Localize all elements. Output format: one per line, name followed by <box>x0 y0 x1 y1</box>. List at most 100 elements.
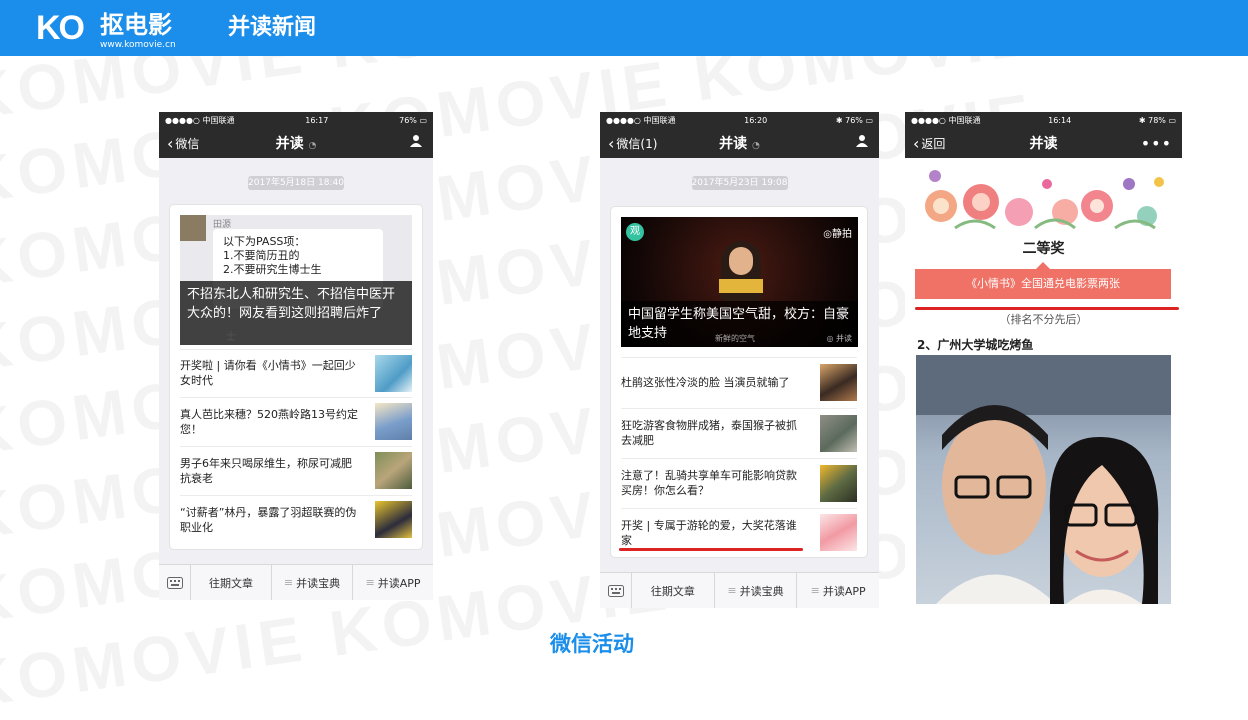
menu-guide[interactable]: ≡ 并读宝典 <box>715 573 798 608</box>
article-thumbnail <box>820 364 857 401</box>
status-bar: ●●●●○ 中国联通 16:17 76% ▭ <box>159 112 433 128</box>
article-thumbnail <box>375 354 412 392</box>
sash <box>719 279 763 293</box>
header-bar: KO 抠电影 www.komovie.cn 并读新闻 <box>0 0 1248 56</box>
chat-line: 1.不要简历丑的 <box>223 249 300 262</box>
prize-note: （排名不分先后） <box>999 313 1088 326</box>
clock-text: 16:17 <box>305 115 329 125</box>
flower-decoration-icon <box>925 170 1164 230</box>
prize-title: 二等奖 <box>1022 241 1065 257</box>
nav-bar: ‹ 返回 并读 ••• <box>905 128 1182 158</box>
floral-banner <box>915 162 1171 230</box>
menu-label: 并读APP <box>822 584 866 598</box>
chat-line: 2.不要研究生博士生 <box>223 263 322 276</box>
page-title: 并读新闻 <box>228 15 317 40</box>
bluetooth-icon: ✱ <box>835 115 843 125</box>
article-title: 男子6年来只喝尿维生，称尿可减肥抗衰老 <box>180 456 352 485</box>
menu-app[interactable]: ≡ 并读APP <box>797 573 879 608</box>
phone-screenshot-1: ●●●●○ 中国联通 16:17 76% ▭ ‹ 微信 并读 ◔ 2017年5月… <box>159 112 433 600</box>
speaker-face <box>729 247 753 275</box>
article-title: 杜鹃这张性冷淡的脸 当演员就输了 <box>621 376 790 389</box>
menu-label: 并读APP <box>377 576 421 590</box>
brand-url: www.komovie.cn <box>100 40 176 50</box>
message-timestamp: 2017年5月23日 19:08 <box>691 176 788 190</box>
list-item[interactable]: 真人芭比来穗？520燕岭路13号约定您！ <box>180 397 412 445</box>
keyboard-icon[interactable] <box>159 565 191 600</box>
list-icon: ≡ <box>727 584 737 597</box>
bluetooth-icon: ✱ <box>1138 115 1146 125</box>
cover-slogan: 新鲜的空气 <box>715 334 755 343</box>
list-item[interactable]: 狂吃游客食物胖成猪，泰国猴子被抓去减肥 <box>621 408 857 457</box>
komovie-logo[interactable]: KO 抠电影 www.komovie.cn <box>36 9 196 51</box>
winner-photo[interactable] <box>916 355 1171 604</box>
article-thumbnail <box>375 403 412 440</box>
status-bar: ●●●●○ 中国联通 16:20 ✱ 76% ▭ <box>600 112 879 128</box>
nav-bar: ‹ 微信 并读 ◔ <box>159 128 433 158</box>
clock-text: 16:14 <box>1048 115 1072 125</box>
cover-caption: 不招东北人和研究生、不招信中医开大众的！网友看到这则招聘后炸了 <box>180 281 412 345</box>
article-thumbnail <box>820 414 857 452</box>
cover-article[interactable]: 观 ◎静拍 中国留学生称美国空气甜，校方：自豪地支持 新鲜的空气 ◎ 并读 <box>621 217 858 347</box>
battery-icon: ▭ <box>865 115 873 125</box>
winner-title: 2、广州大学城吃烤鱼 <box>917 338 1034 352</box>
menu-label: 并读宝典 <box>296 576 341 590</box>
channel-badge: 观 <box>626 223 644 241</box>
keyboard-icon[interactable] <box>600 573 632 608</box>
menu-label: 往期文章 <box>209 576 253 590</box>
list-item[interactable]: 开奖啦 | 请你看《小情书》一起回少女时代 <box>180 349 412 396</box>
battery-text: ✱ 78% ▭ <box>1138 115 1176 125</box>
ear-icon: ◔ <box>752 141 760 151</box>
prize-banner: 《小情书》全国通兑电影票两张 <box>915 269 1171 299</box>
chat-title: 并读 ◔ <box>275 136 317 152</box>
carrier-text: ●●●●○ 中国联通 <box>911 115 981 125</box>
more-icon[interactable]: ••• <box>1141 134 1172 153</box>
article-thumbnail <box>375 501 412 538</box>
list-icon: ≡ <box>283 576 294 589</box>
battery-icon: ▭ <box>1168 115 1176 125</box>
highlight-underline <box>619 548 803 551</box>
carrier-text: ●●●●○ 中国联通 <box>165 115 235 125</box>
menu-label: 并读宝典 <box>739 584 784 598</box>
cover-article[interactable]: 田源 以下为PASS项： 1.不要简历丑的 2.不要研究生博士生 不招东北人和研… <box>180 215 412 345</box>
chat-line: 以下为PASS项： <box>223 235 306 248</box>
list-item[interactable]: 男子6年来只喝尿维生，称尿可减肥抗衰老 <box>180 446 412 494</box>
article-title: “讨薪者”林丹，暴露了羽超联赛的伪职业化 <box>180 505 357 534</box>
news-card: 田源 以下为PASS项： 1.不要简历丑的 2.不要研究生博士生 不招东北人和研… <box>169 204 423 550</box>
menu-past-articles[interactable]: 往期文章 <box>632 573 715 608</box>
article-title: 开奖 | 专属于游轮的爱，大奖花落谁家 <box>621 518 797 547</box>
list-item[interactable]: 注意了！乱骑共享单车可能影响贷款买房！你怎么看？ <box>621 458 857 507</box>
nav-bar: ‹ 微信(1) 并读 ◔ <box>600 128 879 158</box>
list-icon: ≡ <box>810 584 820 597</box>
menu-app[interactable]: ≡ 并读APP <box>353 565 433 600</box>
article-title: 注意了！乱骑共享单车可能影响贷款买房！你怎么看？ <box>621 469 797 497</box>
menu-past-articles[interactable]: 往期文章 <box>191 565 272 600</box>
wechat-icon: ◎ <box>826 334 834 343</box>
clock-text: 16:20 <box>744 115 768 125</box>
caption-mark: 士 <box>226 332 236 343</box>
message-timestamp: 2017年5月18日 18:40 <box>248 176 344 190</box>
news-card: 观 ◎静拍 中国留学生称美国空气甜，校方：自豪地支持 新鲜的空气 ◎ 并读 杜鹃… <box>610 206 868 558</box>
article-title: 开奖啦 | 请你看《小情书》一起回少女时代 <box>180 359 356 387</box>
battery-icon: ▭ <box>419 115 427 125</box>
battery-text: 76% ▭ <box>399 115 427 125</box>
phone-screenshot-2: ●●●●○ 中国联通 16:20 ✱ 76% ▭ ‹ 微信(1) 并读 ◔ 20… <box>600 112 879 608</box>
couple-photo-icon <box>916 355 1171 604</box>
list-icon: ≡ <box>365 576 375 589</box>
status-bar: ●●●●○ 中国联通 16:14 ✱ 78% ▭ <box>905 112 1182 128</box>
footer-caption: 微信活动 <box>550 632 634 656</box>
carrier-text: ●●●●○ 中国联通 <box>606 115 676 125</box>
article-title: 狂吃游客食物胖成猪，泰国猴子被抓去减肥 <box>621 419 797 447</box>
brand-name: 抠电影 <box>100 11 172 39</box>
menu-label: 往期文章 <box>650 584 695 598</box>
bottom-menu: 往期文章 ≡ 并读宝典 ≡ 并读APP <box>159 564 433 600</box>
logo-mark: KO <box>36 9 85 47</box>
chat-avatar <box>180 215 206 241</box>
person-icon[interactable] <box>409 134 423 152</box>
battery-text: ✱ 76% ▭ <box>835 115 873 125</box>
chat-title: 并读 ◔ <box>719 136 760 152</box>
cover-corner: ◎ 并读 <box>826 334 852 343</box>
list-item[interactable]: 杜鹃这张性冷淡的脸 当演员就输了 <box>621 357 857 407</box>
list-item[interactable]: “讨薪者”林丹，暴露了羽超联赛的伪职业化 <box>180 495 412 543</box>
menu-guide[interactable]: ≡ 并读宝典 <box>272 565 353 600</box>
person-icon[interactable] <box>855 134 869 152</box>
